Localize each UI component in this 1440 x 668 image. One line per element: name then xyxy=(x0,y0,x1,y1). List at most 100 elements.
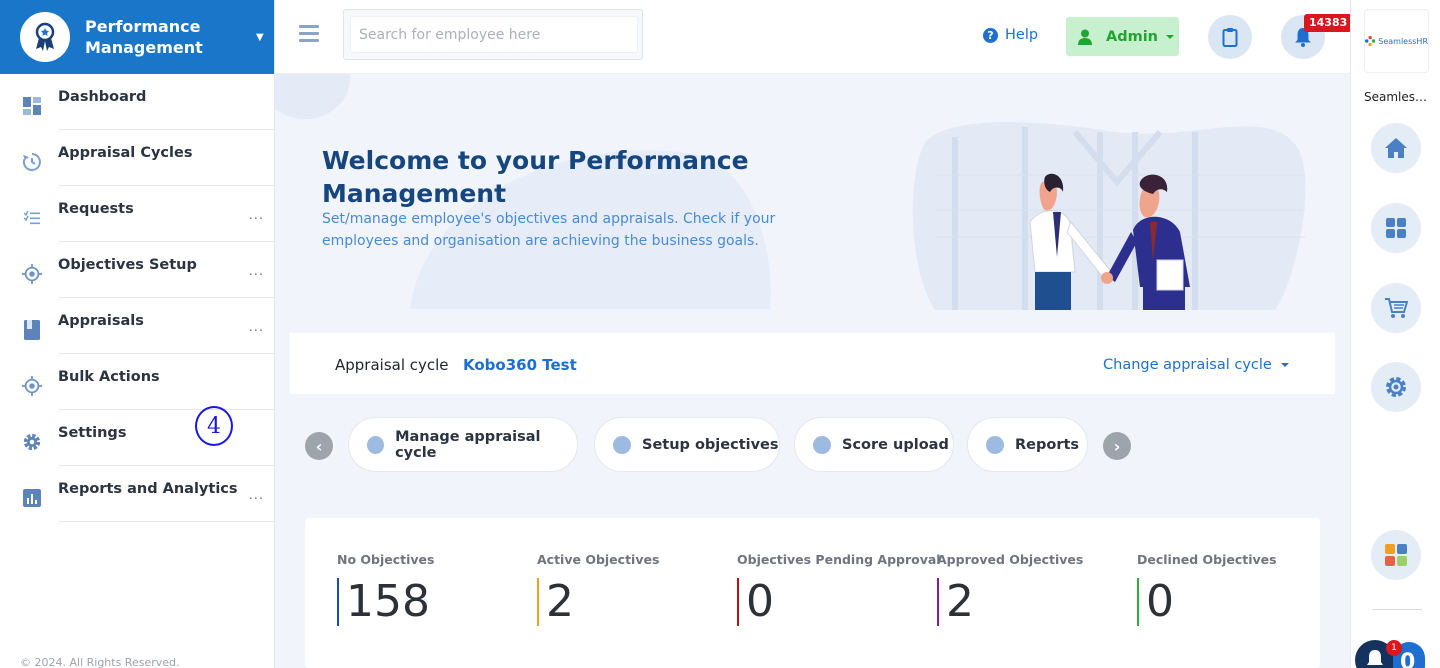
help-link[interactable]: ? Help xyxy=(983,27,1038,43)
sidebar-item-label: Requests xyxy=(58,201,134,217)
clipboard-button[interactable] xyxy=(1208,15,1252,59)
dot-icon xyxy=(367,435,385,454)
sidebar-item-reports-and-analytics[interactable]: Reports and Analytics... xyxy=(0,466,274,522)
sidebar-item-objectives-setup[interactable]: Objectives Setup... xyxy=(0,242,274,298)
quick-action-score-upload[interactable]: Score upload xyxy=(794,417,954,472)
user-icon xyxy=(1078,29,1092,45)
sidebar-item-label: Settings xyxy=(58,425,127,441)
appraisal-cycle-bar: Appraisal cycle Kobo360 Test Change appr… xyxy=(290,333,1335,394)
app-switcher-rail: SeamlessHR Seamless... 0 1 xyxy=(1350,0,1440,668)
quick-action-manage-appraisal-cycle[interactable]: Manage appraisal cycle xyxy=(348,417,578,472)
handshake-illustration xyxy=(912,122,1306,310)
sidebar-item-label: Reports and Analytics xyxy=(58,481,238,497)
question-icon: ? xyxy=(983,27,998,43)
stat-value: 158 xyxy=(337,578,434,626)
scroll-right-button[interactable]: › xyxy=(1103,432,1131,460)
help-label: Help xyxy=(1005,27,1039,43)
sidebar-header[interactable]: Performance Management ▼ xyxy=(0,0,274,74)
more-options-icon[interactable]: ... xyxy=(249,208,264,223)
stat-declined-objectives: Declined Objectives 0 xyxy=(1137,552,1277,626)
home-icon xyxy=(1385,138,1407,158)
quick-action-label: Reports xyxy=(1015,436,1080,453)
app-title: Performance Management xyxy=(85,17,203,57)
sidebar-item-appraisal-cycles[interactable]: Appraisal Cycles xyxy=(0,130,274,186)
book-icon xyxy=(22,320,42,340)
award-icon xyxy=(20,12,70,62)
main-content: Welcome to your Performance Management S… xyxy=(275,74,1350,668)
gear-icon xyxy=(22,432,42,452)
admin-dropdown-button[interactable]: Admin xyxy=(1066,17,1179,56)
stat-label: Declined Objectives xyxy=(1137,552,1277,567)
stat-value: 2 xyxy=(937,578,1083,626)
stat-label: No Objectives xyxy=(337,552,435,567)
stat-value: 2 xyxy=(537,578,659,626)
target-icon xyxy=(22,376,42,396)
change-appraisal-cycle-dropdown[interactable]: Change appraisal cycle xyxy=(1103,357,1289,373)
appraisal-cycle-label: Appraisal cycle xyxy=(335,356,449,374)
sidebar-item-appraisals[interactable]: Appraisals... xyxy=(0,298,274,354)
cycle-icon xyxy=(22,152,42,172)
quick-action-reports[interactable]: Reports xyxy=(967,417,1088,472)
hero-title: Welcome to your Performance Management xyxy=(322,146,749,208)
flower-logo-icon xyxy=(1365,35,1376,47)
step-marker: 4 xyxy=(195,406,233,446)
dot-icon xyxy=(613,435,631,454)
change-cycle-label: Change appraisal cycle xyxy=(1103,357,1272,373)
caret-down-icon xyxy=(1166,34,1175,39)
stat-active-objectives: Active Objectives 2 xyxy=(537,552,659,626)
chevron-left-icon: ‹ xyxy=(315,436,323,456)
menu-icon[interactable] xyxy=(299,25,319,43)
cart-icon xyxy=(1385,298,1408,318)
search-input[interactable] xyxy=(350,16,638,53)
gear-icon xyxy=(1386,377,1406,397)
sidebar-item-requests[interactable]: Requests... xyxy=(0,186,274,242)
marketplace-button[interactable] xyxy=(1371,283,1421,333)
quick-action-setup-objectives[interactable]: Setup objectives xyxy=(594,417,780,472)
notification-count-badge: 14383 xyxy=(1304,14,1353,32)
sidebar-item-bulk-actions[interactable]: Bulk Actions xyxy=(0,354,274,410)
sidebar-item-label: Dashboard xyxy=(58,89,147,105)
brand-logo[interactable]: SeamlessHR xyxy=(1364,9,1429,73)
stat-no-objectives: No Objectives 158 xyxy=(337,552,434,626)
objectives-stats-card: No Objectives 158 Active Objectives 2 Ob… xyxy=(305,518,1320,668)
stat-value: 0 xyxy=(1137,578,1277,626)
dashboard-icon xyxy=(22,96,42,116)
all-apps-button[interactable] xyxy=(1371,530,1421,580)
chevron-right-icon: › xyxy=(1113,436,1121,456)
stat-label: Objectives Pending Approval xyxy=(737,552,941,567)
rail-divider xyxy=(1372,609,1422,610)
appraisal-cycle-value: Kobo360 Test xyxy=(463,356,577,374)
chevron-down-icon[interactable]: ▼ xyxy=(256,32,264,43)
sidebar-item-label: Appraisals xyxy=(58,313,144,329)
home-button[interactable] xyxy=(1371,123,1421,173)
stat-approved-objectives: Approved Objectives 2 xyxy=(937,552,1083,626)
current-app-name: Seamless... xyxy=(1364,90,1430,104)
colored-apps-icon xyxy=(1385,544,1407,566)
brand-name: SeamlessHR xyxy=(1378,36,1428,46)
grid-icon xyxy=(1386,218,1406,238)
nav-divider xyxy=(58,521,274,522)
sidebar-item-dashboard[interactable]: Dashboard xyxy=(0,74,274,130)
dot-icon xyxy=(986,435,1004,454)
hero-subtitle: Set/manage employee's objectives and app… xyxy=(322,211,776,249)
topbar: ? Help Admin 14383 xyxy=(275,0,1353,74)
sidebar-nav: Dashboard Appraisal Cycles Requests... Obje… xyxy=(0,74,274,522)
admin-label: Admin xyxy=(1106,28,1159,45)
settings-button[interactable] xyxy=(1371,362,1421,412)
bar-chart-icon xyxy=(22,488,42,508)
scroll-left-button[interactable]: ‹ xyxy=(305,432,333,460)
more-options-icon[interactable]: ... xyxy=(249,488,264,503)
apps-grid-button[interactable] xyxy=(1371,203,1421,253)
quick-action-label: Setup objectives xyxy=(642,436,779,453)
copyright-footer: © 2024. All Rights Reserved. xyxy=(20,656,180,668)
stat-label: Approved Objectives xyxy=(937,552,1084,567)
stat-label: Active Objectives xyxy=(537,552,660,567)
quick-action-label: Score upload xyxy=(842,436,949,453)
more-options-icon[interactable]: ... xyxy=(249,264,264,279)
sidebar-item-settings[interactable]: Settings xyxy=(0,410,274,466)
quick-action-label: Manage appraisal cycle xyxy=(395,428,541,461)
caret-down-icon xyxy=(1280,363,1289,367)
more-options-icon[interactable]: ... xyxy=(249,320,264,335)
target-icon xyxy=(22,264,42,284)
search-box xyxy=(343,9,643,60)
